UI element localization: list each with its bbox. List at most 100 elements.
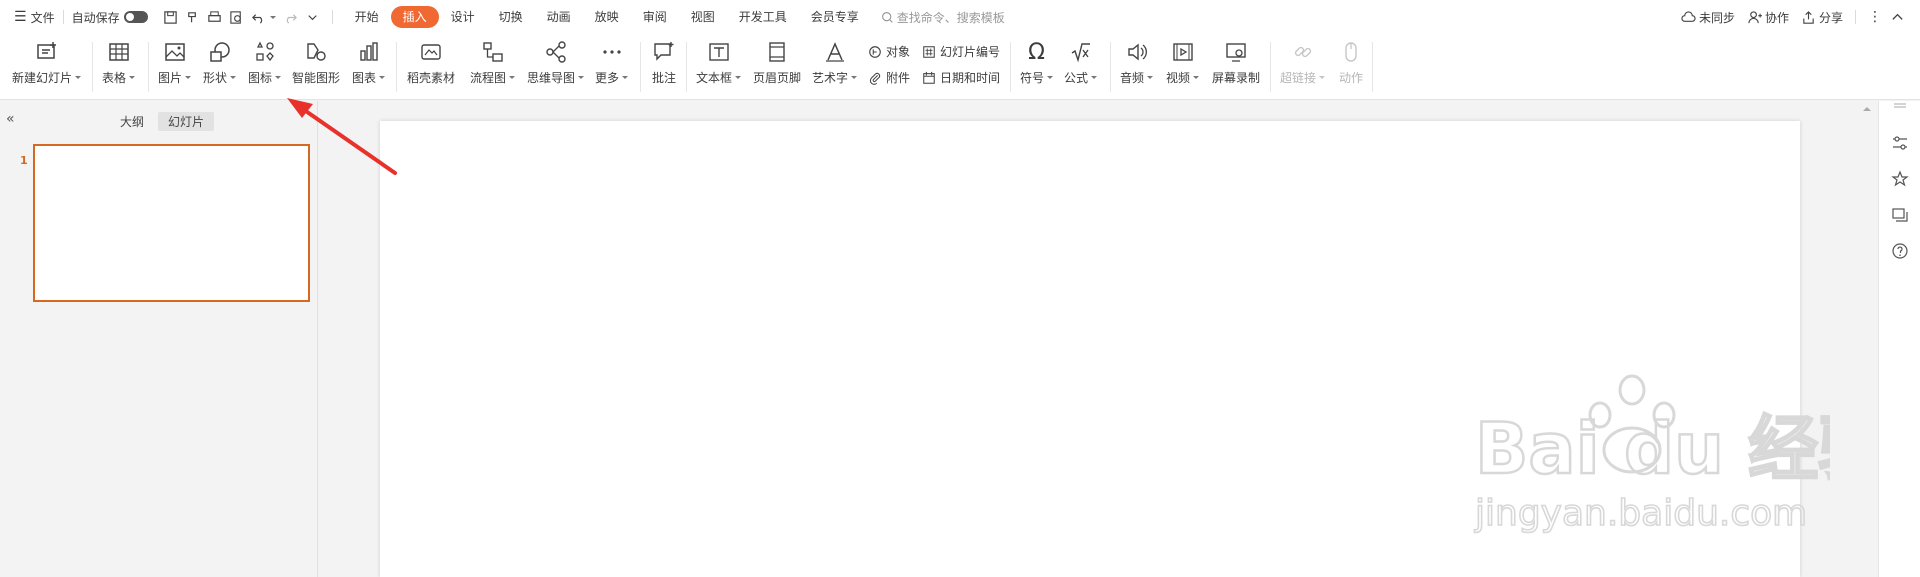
right-sidebar	[1878, 101, 1920, 577]
slide-editing-canvas[interactable]	[380, 121, 1800, 577]
pin-star-icon[interactable]	[1891, 170, 1909, 188]
chart-button[interactable]: 图表	[352, 38, 386, 86]
header-footer-button[interactable]: 页眉页脚	[753, 38, 801, 86]
audio-button[interactable]: 音频	[1120, 38, 1154, 86]
smart-graphic-icon	[303, 38, 329, 66]
slide-thumbnail[interactable]	[33, 144, 310, 302]
video-button[interactable]: 视频	[1166, 38, 1200, 86]
redo-icon[interactable]	[280, 6, 302, 28]
chevron-down-icon	[379, 76, 386, 79]
picture-label: 图片	[158, 71, 183, 85]
collapse-ribbon-icon[interactable]	[1886, 6, 1908, 28]
autosave-toggle[interactable]: 自动保存	[72, 0, 148, 34]
object-button[interactable]: 对象	[868, 43, 910, 60]
vertical-scrollbar[interactable]	[1862, 101, 1872, 577]
picture-button[interactable]: 图片	[158, 38, 192, 86]
user-add-icon	[1748, 10, 1762, 23]
undo-dropdown-caret-icon[interactable]	[269, 15, 276, 19]
mindmap-button[interactable]: 思维导图	[527, 38, 585, 86]
ribbon-tabs: 开始 插入 设计 切换 动画 放映 审阅 视图 开发工具 会员专享	[343, 0, 871, 34]
more-options-icon[interactable]: ⋮	[1864, 6, 1886, 28]
property-settings-icon[interactable]	[1891, 134, 1909, 152]
screen-record-button[interactable]: 屏幕录制	[1212, 38, 1260, 86]
tab-slides[interactable]: 幻灯片	[158, 112, 215, 131]
tab-transitions[interactable]: 切换	[487, 6, 535, 28]
flowchart-button[interactable]: 流程图	[470, 38, 516, 86]
tab-home[interactable]: 开始	[343, 6, 391, 28]
format-painter-icon[interactable]	[182, 6, 204, 28]
sync-status-button[interactable]: 未同步	[1681, 9, 1735, 26]
collaborate-label: 协作	[1764, 10, 1789, 25]
shape-button[interactable]: 形状	[203, 38, 237, 86]
table-label: 表格	[102, 71, 127, 85]
slide-library-icon[interactable]	[1891, 206, 1909, 224]
mindmap-icon	[543, 38, 569, 66]
customize-toolbar-icon[interactable]	[302, 6, 324, 28]
tab-view[interactable]: 视图	[679, 6, 727, 28]
screen-record-label: 屏幕录制	[1212, 71, 1261, 85]
undo-icon[interactable]	[248, 6, 270, 28]
chevron-down-icon	[1091, 76, 1098, 79]
share-label: 分享	[1818, 10, 1843, 25]
icon-library-label: 图标	[248, 71, 273, 85]
tab-developer[interactable]: 开发工具	[727, 6, 799, 28]
divider	[331, 10, 333, 24]
attachment-button[interactable]: 附件	[868, 69, 910, 86]
autosave-label: 自动保存	[71, 10, 120, 25]
slide-index: 1	[20, 154, 28, 167]
speaker-icon	[1124, 38, 1150, 66]
date-time-button[interactable]: 日期和时间	[922, 69, 1000, 86]
save-icon[interactable]	[160, 6, 182, 28]
print-preview-icon[interactable]	[226, 6, 248, 28]
share-button[interactable]: 分享	[1801, 9, 1843, 26]
tab-outline[interactable]: 大纲	[110, 112, 154, 131]
icon-library-button[interactable]: 图标	[248, 38, 282, 86]
smart-graphic-button[interactable]: 智能图形	[292, 38, 340, 86]
smart-graphic-label: 智能图形	[292, 71, 341, 85]
table-button[interactable]: 表格	[102, 38, 136, 86]
formula-icon	[1068, 38, 1094, 66]
comment-button[interactable]: 批注	[651, 38, 677, 86]
textbox-button[interactable]: 文本框	[696, 38, 742, 86]
tab-slideshow[interactable]: 放映	[583, 6, 631, 28]
tab-member[interactable]: 会员专享	[799, 6, 871, 28]
chevron-down-icon	[230, 76, 237, 79]
symbol-button[interactable]: Ω 符号	[1020, 38, 1054, 86]
object-icon	[869, 45, 881, 58]
textbox-icon	[706, 38, 732, 66]
table-icon	[106, 38, 132, 66]
daoke-material-label: 稻壳素材	[407, 71, 456, 85]
chevron-down-icon	[185, 76, 192, 79]
more-button[interactable]: 更多	[595, 38, 629, 86]
print-icon[interactable]	[204, 6, 226, 28]
divider	[148, 42, 149, 92]
comment-icon	[651, 38, 677, 66]
collapse-panel-icon[interactable]: «	[6, 111, 22, 127]
paperclip-icon	[869, 72, 881, 85]
divider	[1855, 10, 1856, 24]
tab-design[interactable]: 设计	[439, 6, 487, 28]
tab-insert[interactable]: 插入	[390, 6, 439, 28]
tab-animations[interactable]: 动画	[535, 6, 583, 28]
hyperlink-button[interactable]: 超链接	[1280, 38, 1326, 86]
bar-chart-icon	[356, 38, 382, 66]
help-icon[interactable]	[1891, 242, 1909, 260]
new-slide-button[interactable]: 新建幻灯片	[12, 38, 82, 86]
daoke-material-button[interactable]: 稻壳素材	[407, 38, 455, 86]
material-library-icon	[418, 38, 444, 66]
wordart-button[interactable]: 艺术字	[812, 38, 858, 86]
hyperlink-label: 超链接	[1280, 71, 1317, 85]
collaborate-button[interactable]: 协作	[1747, 9, 1789, 26]
scroll-up-icon[interactable]	[1863, 107, 1871, 111]
formula-button[interactable]: 公式	[1064, 38, 1098, 86]
slide-number-button[interactable]: 幻灯片编号	[922, 43, 1000, 60]
chevron-down-icon	[1147, 76, 1154, 79]
slide-number-icon	[923, 45, 935, 58]
sidebar-handle-icon[interactable]	[1891, 92, 1909, 110]
file-menu[interactable]: ☰ 文件	[14, 0, 55, 34]
divider	[62, 10, 64, 24]
action-button[interactable]: 动作	[1338, 38, 1364, 86]
command-search[interactable]: 查找命令、搜索模板	[881, 9, 1005, 26]
symbol-label: 符号	[1020, 71, 1045, 85]
tab-review[interactable]: 审阅	[631, 6, 679, 28]
